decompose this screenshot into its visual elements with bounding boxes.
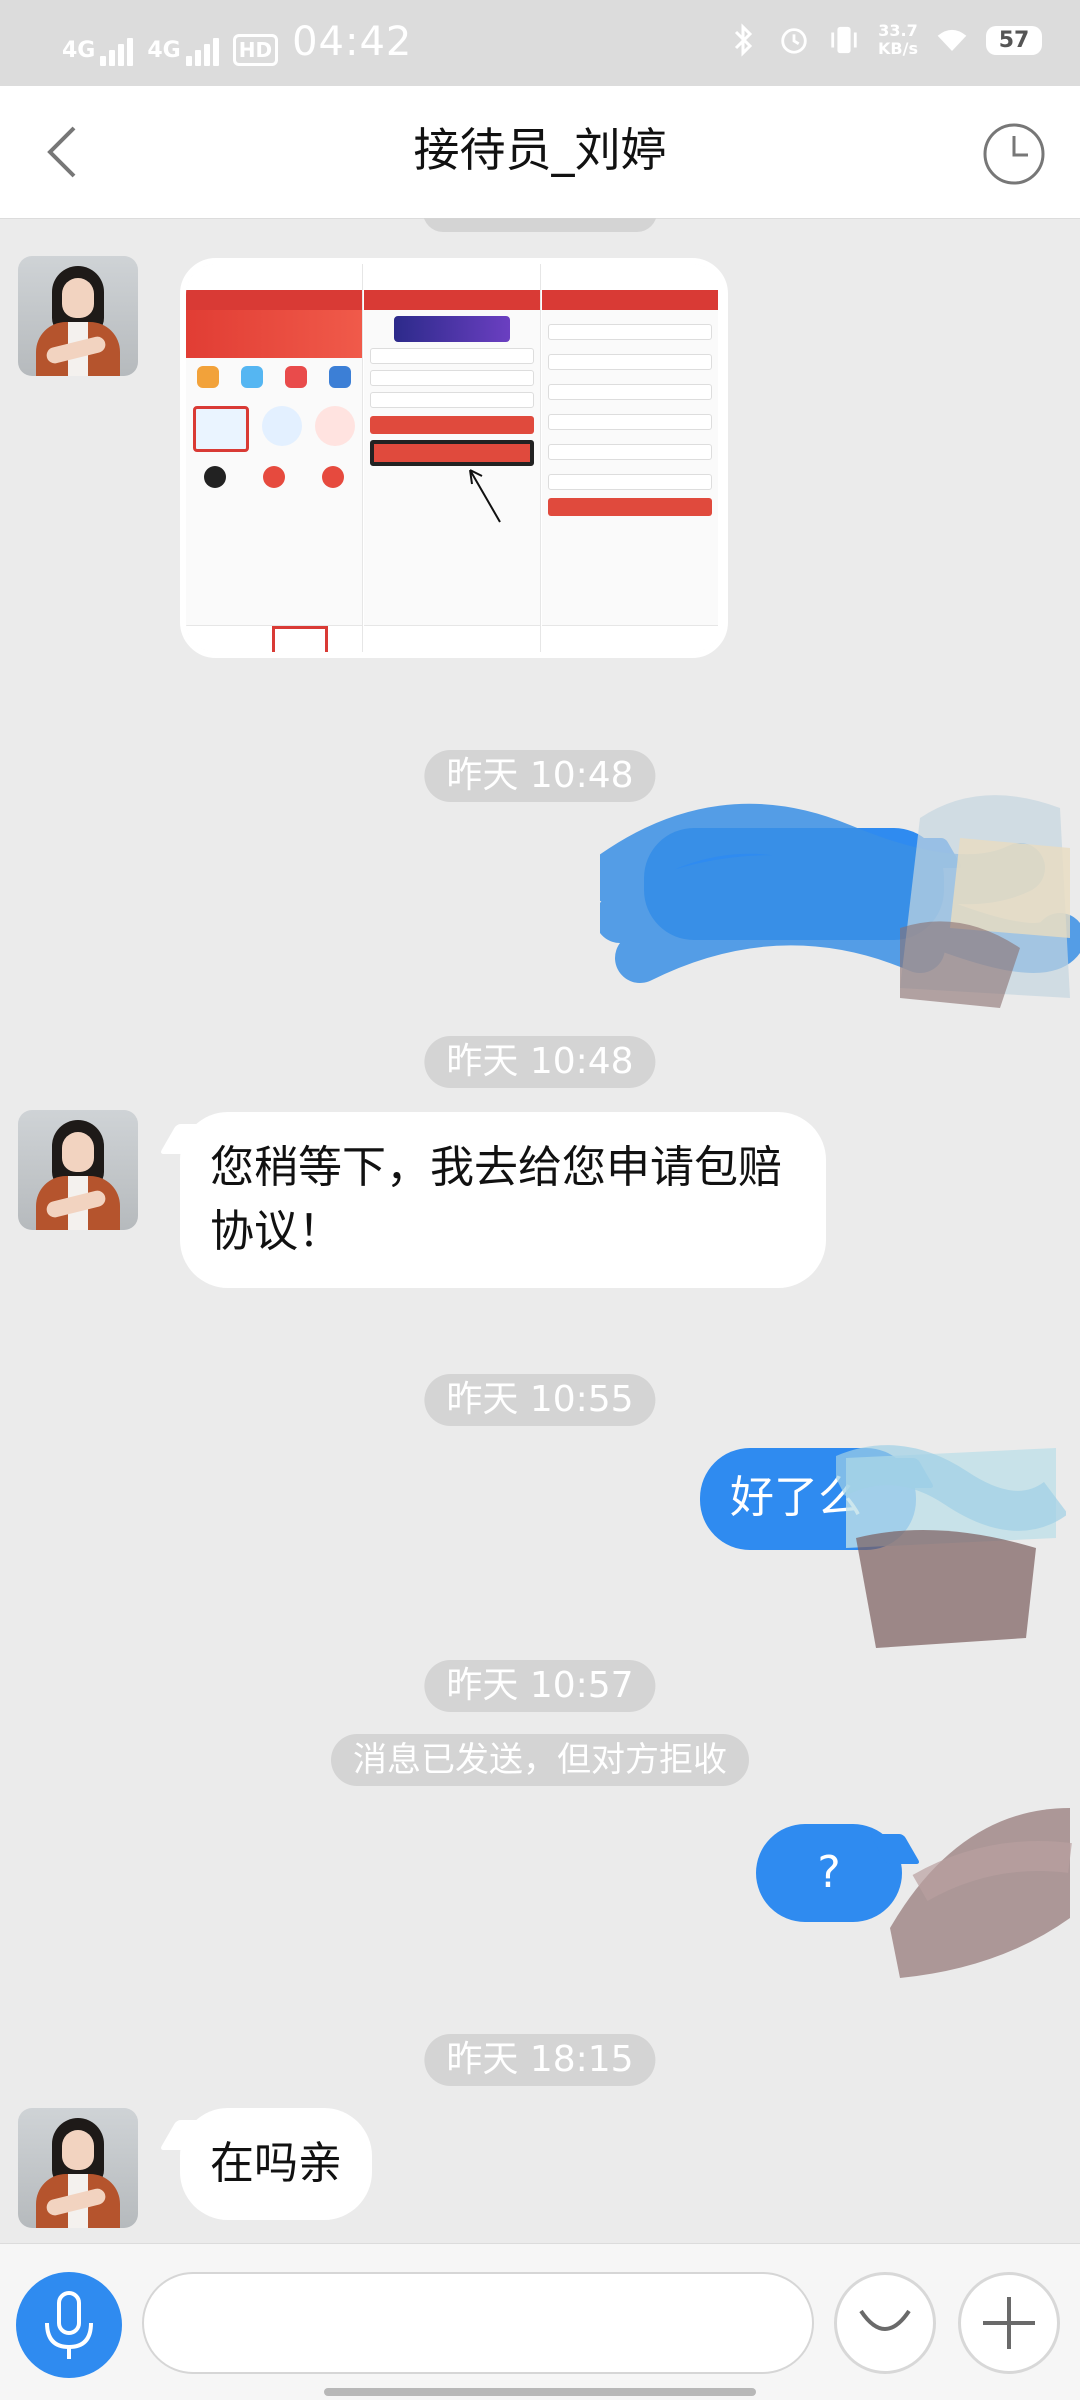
home-indicator[interactable]: [324, 2388, 756, 2396]
redaction-scribble: [890, 1808, 1072, 1978]
vibrate-icon: [828, 20, 860, 60]
message-input[interactable]: [142, 2272, 814, 2374]
history-button[interactable]: [982, 122, 1046, 186]
plus-icon: [983, 2297, 1035, 2349]
wifi-icon: [936, 20, 968, 60]
outgoing-message[interactable]: ?: [756, 1824, 902, 1922]
timestamp-5: 昨天 18:15: [424, 2034, 656, 2086]
chat-header: 接待员_刘婷: [0, 86, 1080, 219]
status-left: 4G 4G HD 04:42: [62, 18, 412, 66]
input-bar: [0, 2243, 1080, 2400]
net-speed: 33.7 KB/s: [878, 22, 918, 58]
incoming-message[interactable]: 您稍等下，我去给您申请包赔协议！: [180, 1112, 826, 1288]
voice-button[interactable]: [16, 2272, 122, 2378]
signal-sim2: 4G: [147, 38, 219, 66]
screenshot-panel-register: [542, 264, 718, 652]
timestamp-1: 昨天 10:48: [424, 750, 656, 802]
network-type-sim2: 4G: [147, 38, 181, 63]
agent-avatar[interactable]: [18, 256, 138, 376]
chat-screen: 4G 4G HD 04:42 33.7 KB/s 57 接待员_刘婷 昨天 10…: [0, 0, 1080, 2400]
message-list[interactable]: 昨天 10:48 昨天 10:48 您稍等下，我去给您申请包赔协议！ 昨天 10…: [0, 218, 1080, 2243]
alarm-icon: [778, 20, 810, 60]
outgoing-message[interactable]: 好了么: [700, 1448, 916, 1550]
status-bar: 4G 4G HD 04:42 33.7 KB/s 57: [0, 0, 1080, 86]
screenshot-panel-home: [186, 264, 363, 652]
status-right: 33.7 KB/s 57: [728, 20, 1042, 60]
hd-voice-badge: HD: [232, 34, 279, 66]
smiley-icon: [859, 2309, 911, 2331]
microphone-icon: [45, 2291, 93, 2359]
incoming-message[interactable]: 在吗亲: [180, 2108, 372, 2220]
screenshot-panel-login: [364, 264, 541, 652]
outgoing-message-redacted[interactable]: [644, 828, 944, 940]
status-time: 04:42: [292, 19, 413, 65]
agent-avatar[interactable]: [18, 2108, 138, 2228]
page-title: 接待员_刘婷: [413, 123, 667, 177]
timestamp-2: 昨天 10:48: [424, 1036, 656, 1088]
agent-avatar[interactable]: [18, 1110, 138, 1230]
emoji-button[interactable]: [834, 2272, 936, 2374]
image-message[interactable]: [180, 258, 728, 658]
timestamp-3: 昨天 10:55: [424, 1374, 656, 1426]
clock-icon: [983, 123, 1045, 185]
net-speed-value: 33.7: [878, 21, 918, 40]
net-speed-unit: KB/s: [878, 39, 918, 58]
more-button[interactable]: [958, 2272, 1060, 2374]
rejection-notice: 消息已发送，但对方拒收: [331, 1734, 749, 1786]
time-pill-partial: [423, 218, 657, 232]
timestamp-4: 昨天 10:57: [424, 1660, 656, 1712]
battery-indicator: 57: [986, 25, 1042, 55]
signal-sim1: 4G: [62, 38, 134, 66]
network-type-sim1: 4G: [62, 38, 96, 63]
bluetooth-icon: [728, 20, 760, 60]
